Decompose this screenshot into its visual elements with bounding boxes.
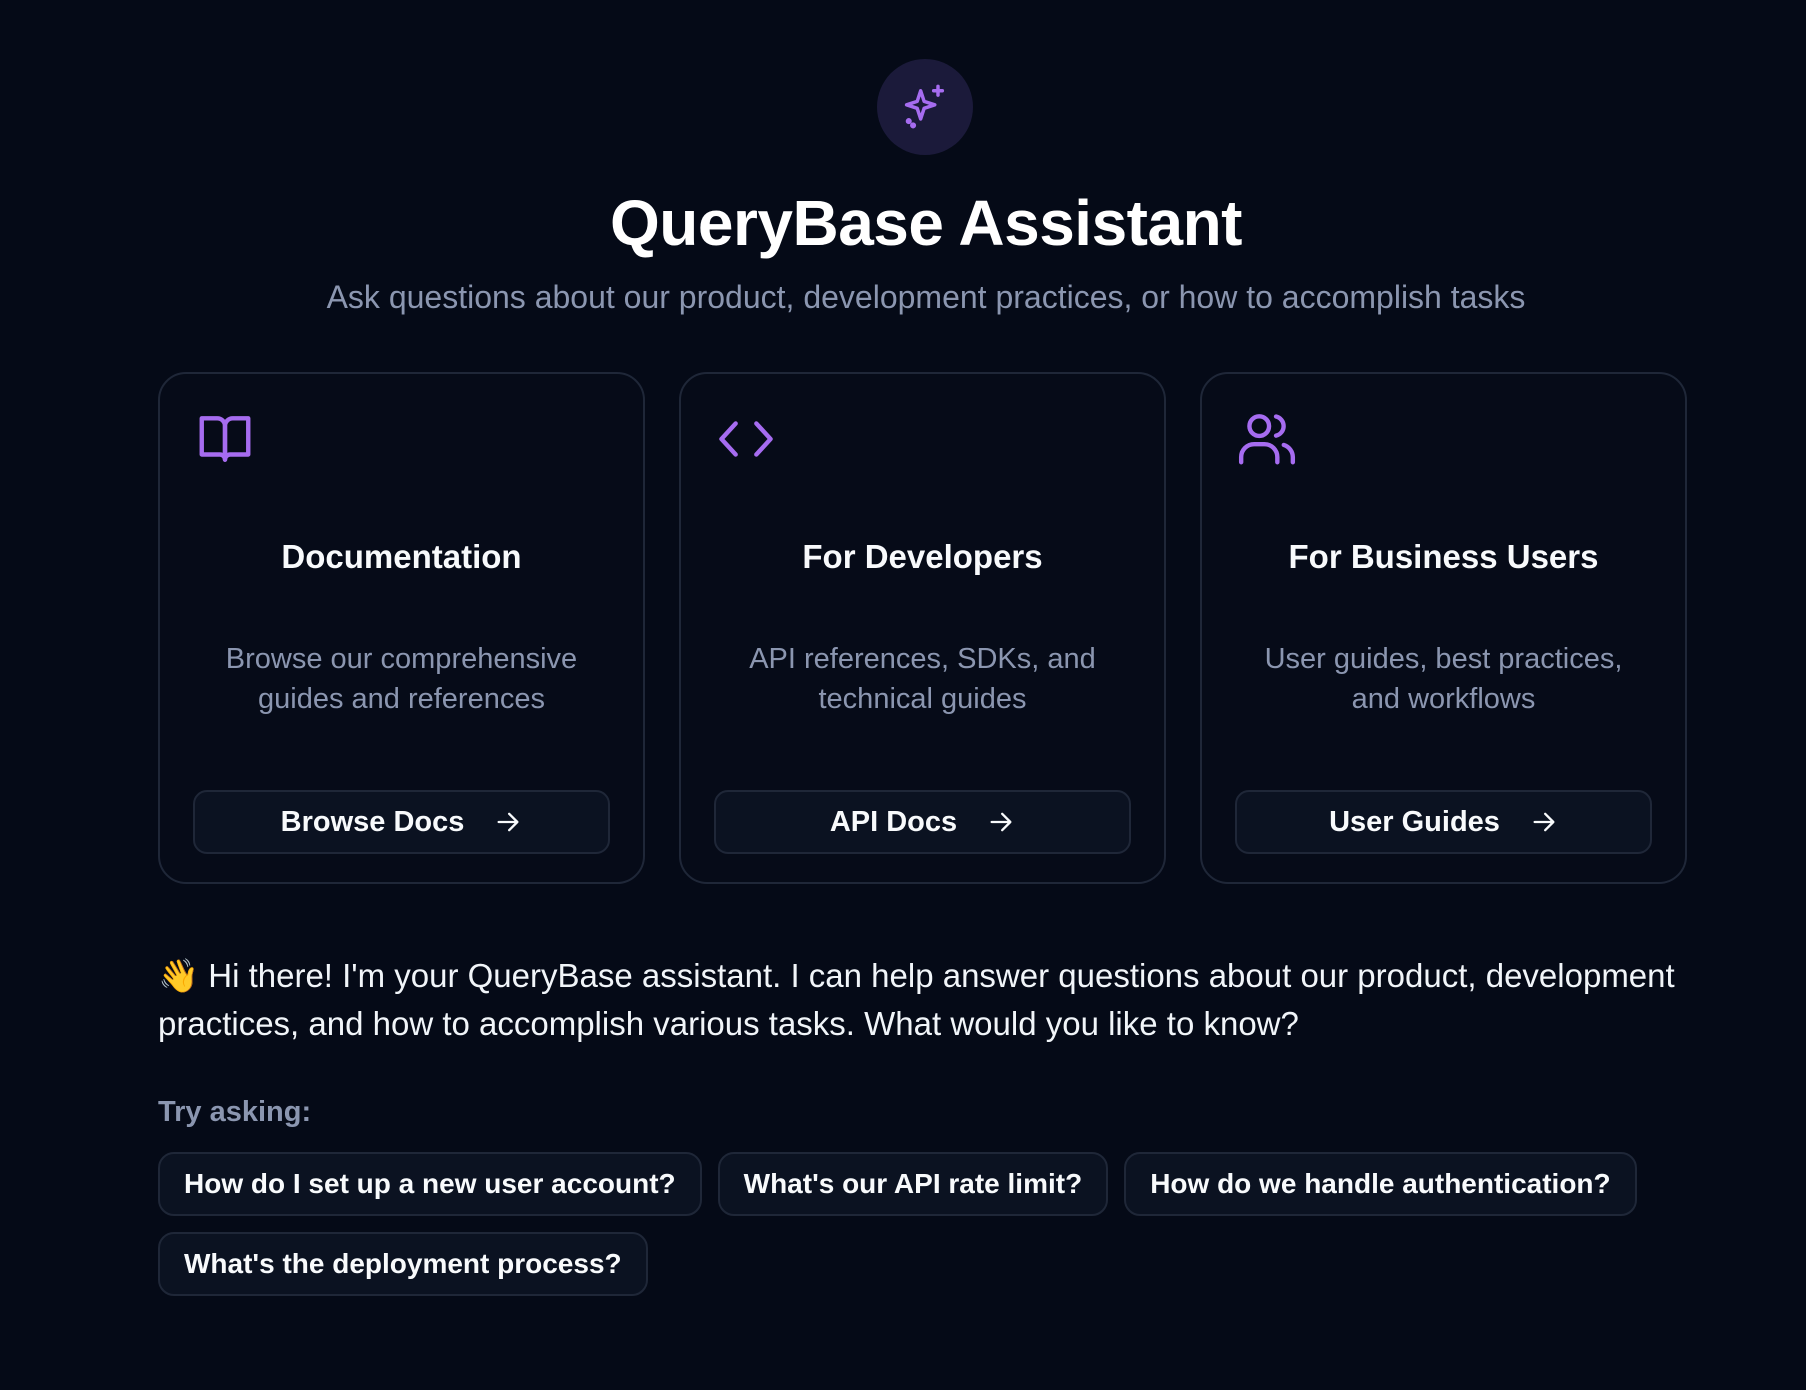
page-title: QueryBase Assistant [610, 187, 1242, 259]
api-docs-button[interactable]: API Docs [714, 790, 1131, 854]
user-guides-button[interactable]: User Guides [1235, 790, 1652, 854]
card-description: API references, SDKs, and technical guid… [749, 643, 1096, 715]
button-label: Browse Docs [280, 805, 465, 838]
suggestion-chip[interactable]: How do I set up a new user account? [158, 1152, 702, 1216]
page-subtitle: Ask questions about our product, develop… [326, 279, 1526, 315]
code-icon [715, 408, 777, 470]
book-open-icon [194, 408, 256, 470]
assistant-welcome-screen: QueryBase Assistant Ask questions about … [0, 0, 1806, 1390]
card-documentation: Documentation Browse our comprehensive g… [158, 372, 645, 884]
suggestion-chip[interactable]: What's the deployment process? [158, 1232, 648, 1296]
card-developers: For Developers API references, SDKs, and… [679, 372, 1166, 884]
users-icon [1236, 408, 1298, 470]
arrow-right-icon [494, 808, 522, 836]
card-description: User guides, best practices, and workflo… [1264, 643, 1623, 715]
button-label: API Docs [829, 805, 958, 838]
assistant-greeting-message: 👋 Hi there! I'm your QueryBase assistant… [158, 957, 1675, 1042]
suggestions-label: Try asking: [158, 1096, 312, 1128]
card-title: Documentation [281, 538, 522, 575]
suggestion-chip[interactable]: How do we handle authentication? [1124, 1152, 1637, 1216]
card-title: For Developers [802, 538, 1043, 575]
card-description: Browse our comprehensive guides and refe… [225, 643, 578, 715]
card-business-users: For Business Users User guides, best pra… [1200, 372, 1687, 884]
category-cards: Documentation Browse our comprehensive g… [158, 372, 1687, 884]
arrow-right-icon [987, 808, 1015, 836]
browse-docs-button[interactable]: Browse Docs [193, 790, 610, 854]
arrow-right-icon [1530, 808, 1558, 836]
button-label: User Guides [1329, 805, 1500, 838]
suggestion-chip[interactable]: What's our API rate limit? [717, 1152, 1109, 1216]
card-title: For Business Users [1288, 538, 1599, 575]
suggested-questions: How do I set up a new user account? What… [158, 1152, 1718, 1296]
sparkles-icon [877, 59, 973, 155]
